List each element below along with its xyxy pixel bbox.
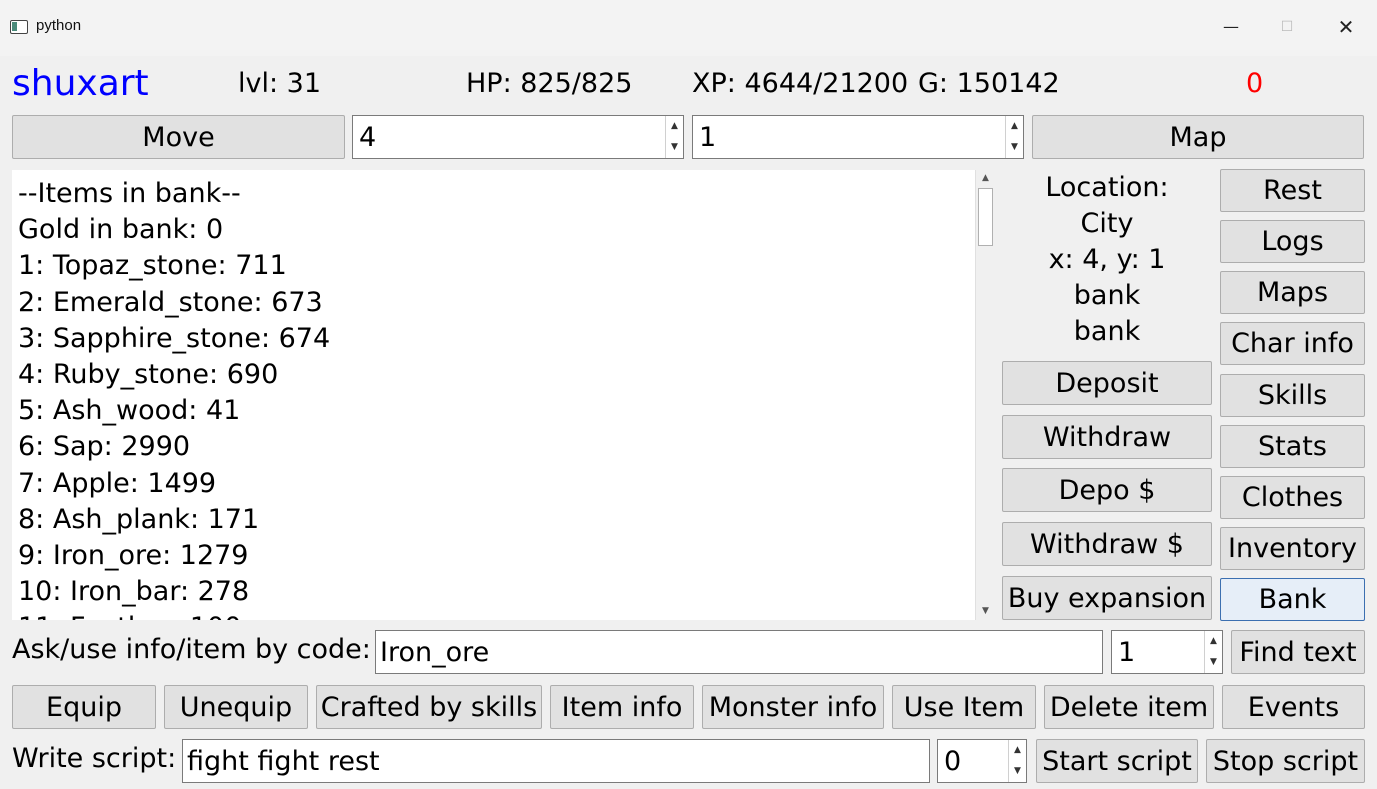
bank-items-list: --Items in bank-- Gold in bank: 0 1: Topaz… — [18, 176, 330, 620]
find-text-button[interactable]: Find text — [1231, 630, 1365, 674]
spin-down-icon[interactable]: ▼ — [1205, 652, 1222, 673]
deposit-button[interactable]: Deposit — [1002, 361, 1212, 405]
scroll-thumb[interactable] — [978, 188, 993, 246]
location-name: City — [1080, 208, 1134, 239]
app-window-icon — [10, 20, 28, 34]
character-name: shuxart — [12, 63, 149, 104]
delete-item-button[interactable]: Delete item — [1044, 685, 1214, 729]
quantity-spinbox[interactable]: 1 ▲ ▼ — [1111, 630, 1223, 674]
spin-down-icon[interactable]: ▼ — [666, 137, 683, 158]
y-coordinate-spinbox[interactable]: 1 ▲ ▼ — [692, 115, 1024, 159]
logs-button[interactable]: Logs — [1220, 220, 1365, 263]
spin-down-icon[interactable]: ▼ — [1006, 137, 1023, 158]
x-coordinate-value: 4 — [359, 121, 377, 153]
y-coordinate-value: 1 — [699, 121, 717, 153]
bank-list-scrollbar[interactable]: ▲ ▼ — [975, 170, 994, 620]
scroll-up-icon[interactable]: ▲ — [976, 170, 995, 187]
minimize-icon[interactable]: — — [1216, 12, 1246, 42]
bank-list-line: 5: Ash_wood: 41 — [18, 395, 241, 427]
spin-up-icon[interactable]: ▲ — [666, 116, 683, 137]
level-label: lvl: 31 — [238, 68, 322, 99]
script-input[interactable]: fight fight rest — [182, 739, 930, 783]
rest-button[interactable]: Rest — [1220, 169, 1365, 212]
location-content-code: bank — [1073, 316, 1141, 347]
bank-list-line: 2: Emerald_stone: 673 — [18, 286, 323, 318]
char-info-button[interactable]: Char info — [1220, 322, 1365, 365]
spin-up-icon[interactable]: ▲ — [1006, 116, 1023, 137]
script-repeat-value: 0 — [944, 745, 962, 777]
unequip-button[interactable]: Unequip — [164, 685, 308, 729]
location-content-type: bank — [1073, 280, 1141, 311]
alert-counter: 0 — [1246, 68, 1264, 99]
spin-up-icon[interactable]: ▲ — [1205, 631, 1222, 652]
item-info-button[interactable]: Item info — [550, 685, 694, 729]
spin-up-icon[interactable]: ▲ — [1009, 740, 1026, 761]
bank-items-textbox[interactable]: --Items in bank-- Gold in bank: 0 1: Topaz… — [12, 170, 994, 620]
bank-list-line: 9: Iron_ore: 1279 — [18, 540, 249, 572]
buy-expansion-button[interactable]: Buy expansion — [1002, 576, 1212, 620]
start-script-button[interactable]: Start script — [1036, 739, 1198, 783]
scroll-down-icon[interactable]: ▼ — [976, 603, 995, 620]
script-field-label: Write script: — [12, 743, 177, 774]
bank-list-line: Gold in bank: 0 — [18, 214, 224, 246]
gold-label: G: 150142 — [918, 68, 1060, 99]
bank-list-line: 1: Topaz_stone: 711 — [18, 250, 287, 282]
bank-list-line: 10: Iron_bar: 278 — [18, 576, 250, 608]
stats-button[interactable]: Stats — [1220, 425, 1365, 468]
deposit-gold-button[interactable]: Depo $ — [1002, 468, 1212, 512]
code-field-label: Ask/use info/item by code: — [12, 634, 371, 665]
title-bar: python — ☐ ✕ — [0, 0, 1377, 56]
skills-button[interactable]: Skills — [1220, 374, 1365, 417]
maximize-icon[interactable]: ☐ — [1272, 12, 1302, 42]
monster-info-button[interactable]: Monster info — [702, 685, 884, 729]
location-coords: x: 4, y: 1 — [1048, 244, 1166, 275]
move-button[interactable]: Move — [12, 115, 345, 159]
location-heading: Location: — [1045, 172, 1169, 203]
window-title: python — [36, 17, 82, 34]
item-code-input[interactable]: Iron_ore — [375, 630, 1103, 674]
bank-list-line: 6: Sap: 2990 — [18, 431, 191, 463]
bank-list-line: 7: Apple: 1499 — [18, 467, 217, 499]
script-repeat-spinbox[interactable]: 0 ▲ ▼ — [937, 739, 1027, 783]
close-icon[interactable]: ✕ — [1331, 12, 1361, 42]
events-button[interactable]: Events — [1222, 685, 1365, 729]
crafted-by-skills-button[interactable]: Crafted by skills — [316, 685, 542, 729]
bank-list-line: 4: Ruby_stone: 690 — [18, 359, 279, 391]
map-button[interactable]: Map — [1032, 115, 1364, 159]
equip-button[interactable]: Equip — [12, 685, 156, 729]
bank-list-line: --Items in bank-- — [18, 178, 241, 209]
use-item-button[interactable]: Use Item — [892, 685, 1036, 729]
quantity-value: 1 — [1118, 636, 1136, 668]
maps-button[interactable]: Maps — [1220, 271, 1365, 314]
spin-down-icon[interactable]: ▼ — [1009, 761, 1026, 782]
withdraw-gold-button[interactable]: Withdraw $ — [1002, 522, 1212, 566]
bank-list-line: 11: Feather: 100 — [18, 610, 330, 620]
x-coordinate-spinbox[interactable]: 4 ▲ ▼ — [352, 115, 684, 159]
hp-label: HP: 825/825 — [466, 68, 633, 99]
withdraw-button[interactable]: Withdraw — [1002, 415, 1212, 459]
xp-label: XP: 4644/21200 — [692, 68, 909, 99]
bank-list-line: 3: Sapphire_stone: 674 — [18, 322, 331, 354]
inventory-button[interactable]: Inventory — [1220, 527, 1365, 570]
bank-list-line: 8: Ash_plank: 171 — [18, 503, 260, 535]
bank-button[interactable]: Bank — [1220, 578, 1365, 621]
stop-script-button[interactable]: Stop script — [1206, 739, 1365, 783]
clothes-button[interactable]: Clothes — [1220, 476, 1365, 519]
